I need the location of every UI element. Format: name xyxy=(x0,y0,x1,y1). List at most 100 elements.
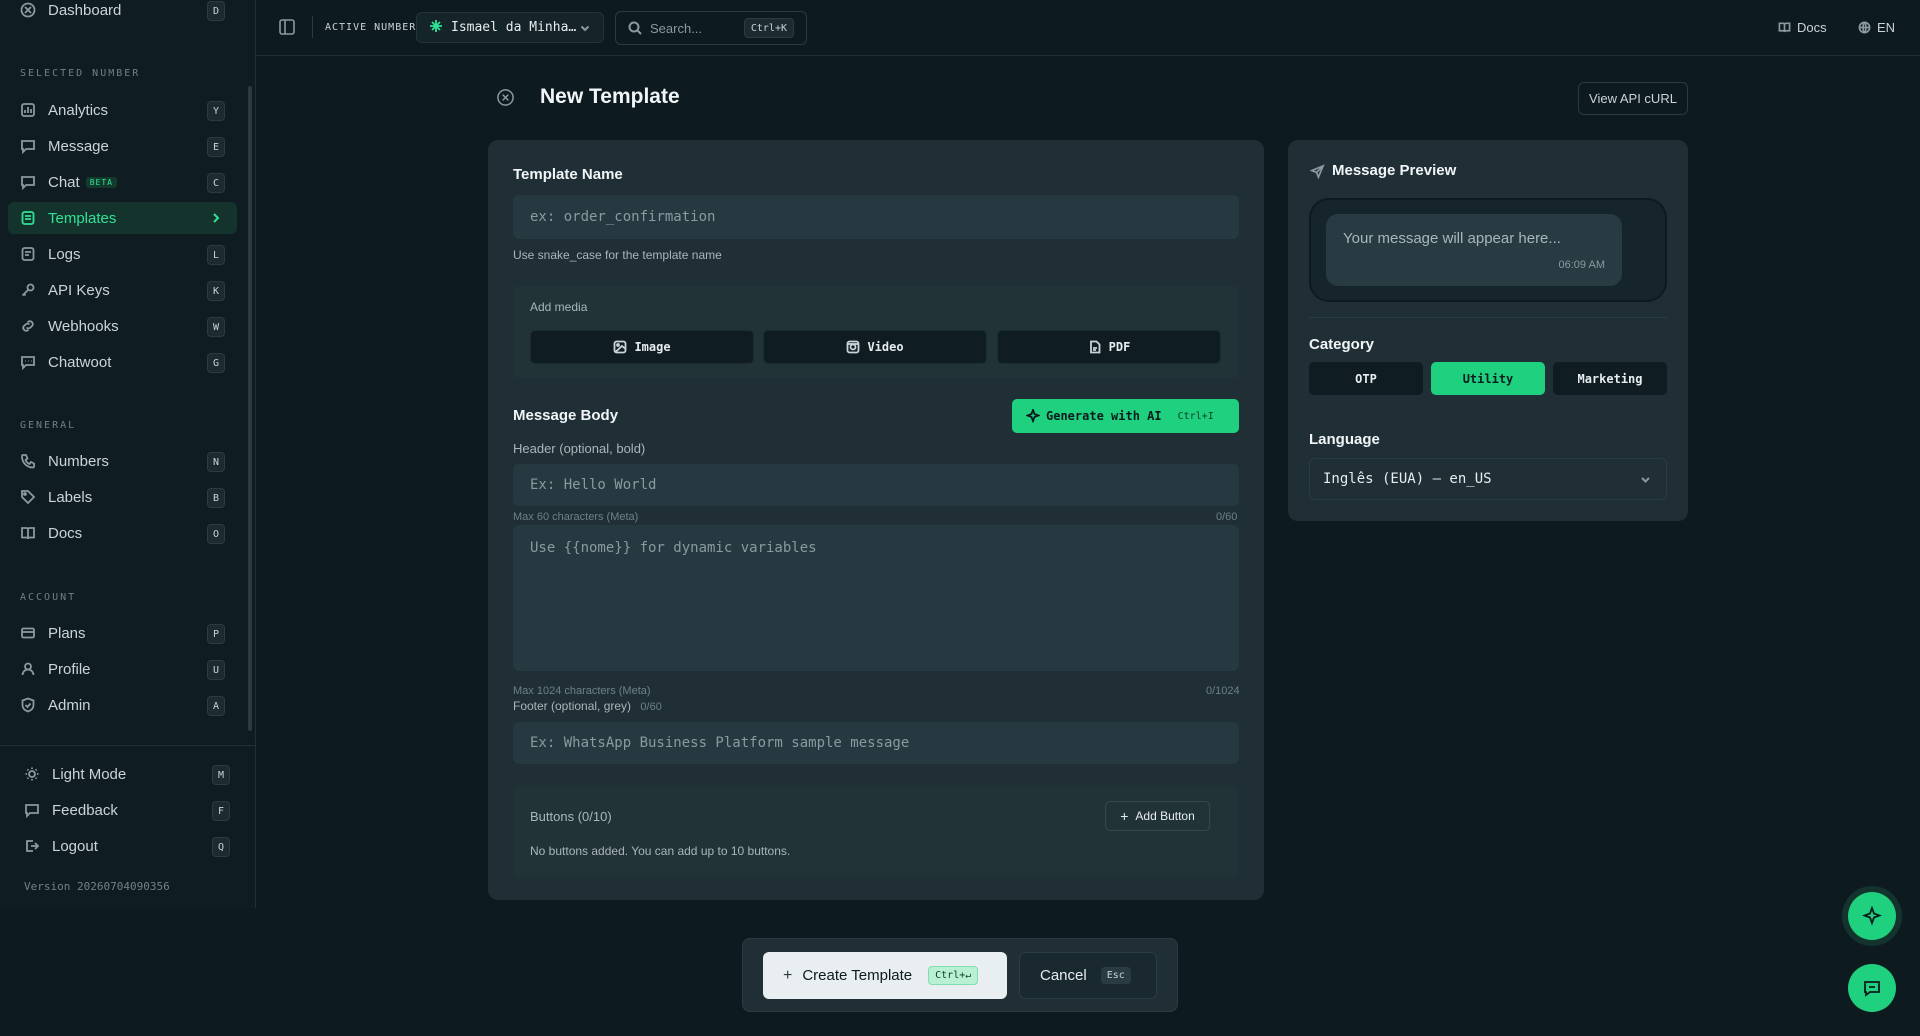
analytics-icon xyxy=(20,102,36,118)
generate-label: Generate with AI xyxy=(1046,409,1162,423)
body-textarea[interactable]: Use {{nome}} for dynamic variables xyxy=(513,525,1239,671)
sidebar-item-label: Numbers xyxy=(48,452,109,470)
sidebar-item-labels[interactable]: Labels B xyxy=(8,481,237,513)
docs-link[interactable]: Docs xyxy=(1778,20,1827,35)
search-input[interactable]: Search... Ctrl+K xyxy=(615,11,807,45)
support-chat-button[interactable] xyxy=(1848,964,1896,1012)
sidebar-item-message[interactable]: Message E xyxy=(8,130,237,162)
view-api-curl-button[interactable]: View API cURL xyxy=(1578,82,1688,115)
header-label: Header (optional, bold) xyxy=(513,441,646,456)
template-name-hint: Use snake_case for the template name xyxy=(513,248,722,262)
body-count: 0/1024 xyxy=(1206,685,1240,697)
book-icon xyxy=(1778,22,1791,33)
add-media-panel: Add media Image Video PDF xyxy=(513,286,1239,378)
sidebar-item-chatwoot[interactable]: Chatwoot G xyxy=(8,346,237,378)
file-icon xyxy=(1089,340,1101,354)
shortcut-key: B xyxy=(207,488,225,508)
sidebar-item-light-mode[interactable]: Light Mode M xyxy=(12,758,242,790)
add-image-button[interactable]: Image xyxy=(530,330,754,364)
link-icon xyxy=(20,318,36,334)
category-marketing-button[interactable]: Marketing xyxy=(1553,362,1667,395)
chevron-right-icon xyxy=(209,211,223,229)
sidebar-item-dashboard[interactable]: Dashboard D xyxy=(8,0,237,26)
plus-icon: + xyxy=(1120,808,1129,824)
sidebar-item-label: Analytics xyxy=(48,101,109,119)
cancel-button[interactable]: Cancel Esc xyxy=(1019,952,1157,999)
sidebar-item-chat[interactable]: Chat BETA C xyxy=(8,166,237,198)
generate-with-ai-button[interactable]: Generate with AI Ctrl+I xyxy=(1012,399,1239,433)
plus-icon: + xyxy=(783,966,793,984)
language-value: Inglês (EUA) — en_US xyxy=(1323,471,1492,487)
media-button-label: Video xyxy=(867,340,904,354)
shortcut-key: P xyxy=(207,624,225,644)
language-label: Language xyxy=(1309,431,1380,448)
section-label-account: ACCOUNT xyxy=(20,592,77,603)
shortcut-key: A xyxy=(207,696,225,716)
user-icon xyxy=(20,661,36,677)
search-icon xyxy=(628,21,642,35)
header-hint: Max 60 characters (Meta) xyxy=(513,511,639,523)
footer-input[interactable]: Ex: WhatsApp Business Platform sample me… xyxy=(513,722,1239,764)
add-button-button[interactable]: + Add Button xyxy=(1105,801,1210,831)
language-switch[interactable]: EN xyxy=(1858,20,1895,35)
shortcut-key: U xyxy=(207,660,225,680)
template-name-input[interactable]: ex: order_confirmation xyxy=(513,195,1239,239)
generate-shortcut: Ctrl+I xyxy=(1177,410,1214,422)
sidebar-item-templates[interactable]: Templates xyxy=(8,202,237,234)
sidebar-item-logout[interactable]: Logout Q xyxy=(12,830,242,862)
sidebar-item-label: Plans xyxy=(48,624,86,642)
sidebar-item-docs[interactable]: Docs O xyxy=(8,517,237,549)
logs-icon xyxy=(20,246,36,262)
sidebar-item-logs[interactable]: Logs L xyxy=(8,238,237,270)
book-icon xyxy=(20,525,36,541)
add-pdf-button[interactable]: PDF xyxy=(997,330,1221,364)
create-label: Create Template xyxy=(802,967,913,984)
divider xyxy=(312,16,313,38)
cancel-label: Cancel xyxy=(1040,967,1087,984)
credit-card-icon xyxy=(20,625,36,641)
media-button-label: PDF xyxy=(1108,340,1131,354)
message-preview-panel: Message Preview Your message will appear… xyxy=(1288,140,1688,521)
shortcut-key: E xyxy=(207,137,225,157)
cancel-shortcut: Esc xyxy=(1100,967,1131,984)
number-status-icon xyxy=(429,19,451,37)
sidebar-item-numbers[interactable]: Numbers N xyxy=(8,445,237,477)
section-label-general: GENERAL xyxy=(20,420,77,431)
category-utility-button[interactable]: Utility xyxy=(1431,362,1545,395)
active-number-label: ACTIVE NUMBER: xyxy=(325,22,424,33)
header-input[interactable]: Ex: Hello World xyxy=(513,464,1239,506)
sidebar-item-admin[interactable]: Admin A xyxy=(8,689,237,721)
sidebar-item-webhooks[interactable]: Webhooks W xyxy=(8,310,237,342)
send-icon xyxy=(1309,164,1325,184)
language-select[interactable]: Inglês (EUA) — en_US xyxy=(1309,458,1667,500)
sparkle-icon xyxy=(1026,409,1040,423)
chevron-down-icon xyxy=(1639,473,1652,490)
add-video-button[interactable]: Video xyxy=(763,330,987,364)
close-icon[interactable] xyxy=(496,88,515,107)
sidebar-item-label: Logout xyxy=(52,837,98,855)
shortcut-key: M xyxy=(212,765,230,785)
body-placeholder: Use {{nome}} for dynamic variables xyxy=(530,540,817,556)
template-name-placeholder: ex: order_confirmation xyxy=(530,209,716,225)
sidebar-item-profile[interactable]: Profile U xyxy=(8,653,237,685)
sidebar-item-api-keys[interactable]: API Keys K xyxy=(8,274,237,306)
topbar: ACTIVE NUMBER: Ismael da Minha… Search..… xyxy=(256,0,1920,56)
sidebar-item-plans[interactable]: Plans P xyxy=(8,617,237,649)
message-body-label: Message Body xyxy=(513,407,619,424)
preview-message: Your message will appear here... xyxy=(1343,230,1561,247)
category-otp-button[interactable]: OTP xyxy=(1309,362,1423,395)
sidebar-toggle-icon[interactable] xyxy=(278,18,296,36)
phone-preview: Your message will appear here... 06:09 A… xyxy=(1309,198,1667,302)
sidebar-scrollbar[interactable] xyxy=(248,86,252,731)
sidebar-item-feedback[interactable]: Feedback F xyxy=(12,794,242,826)
active-number-select[interactable]: Ismael da Minha… xyxy=(416,12,604,43)
sidebar-item-analytics[interactable]: Analytics Y xyxy=(8,94,237,126)
header-count: 0/60 xyxy=(1216,511,1238,523)
footer-label-text: Footer (optional, grey) xyxy=(513,699,632,713)
shortcut-key: K xyxy=(207,281,225,301)
ai-assistant-button[interactable] xyxy=(1848,892,1896,940)
category-label: Category xyxy=(1309,336,1375,353)
message-bubble: Your message will appear here... 06:09 A… xyxy=(1326,214,1622,286)
search-placeholder: Search... xyxy=(650,20,703,36)
create-template-button[interactable]: + Create Template Ctrl+↵ xyxy=(763,952,1007,999)
